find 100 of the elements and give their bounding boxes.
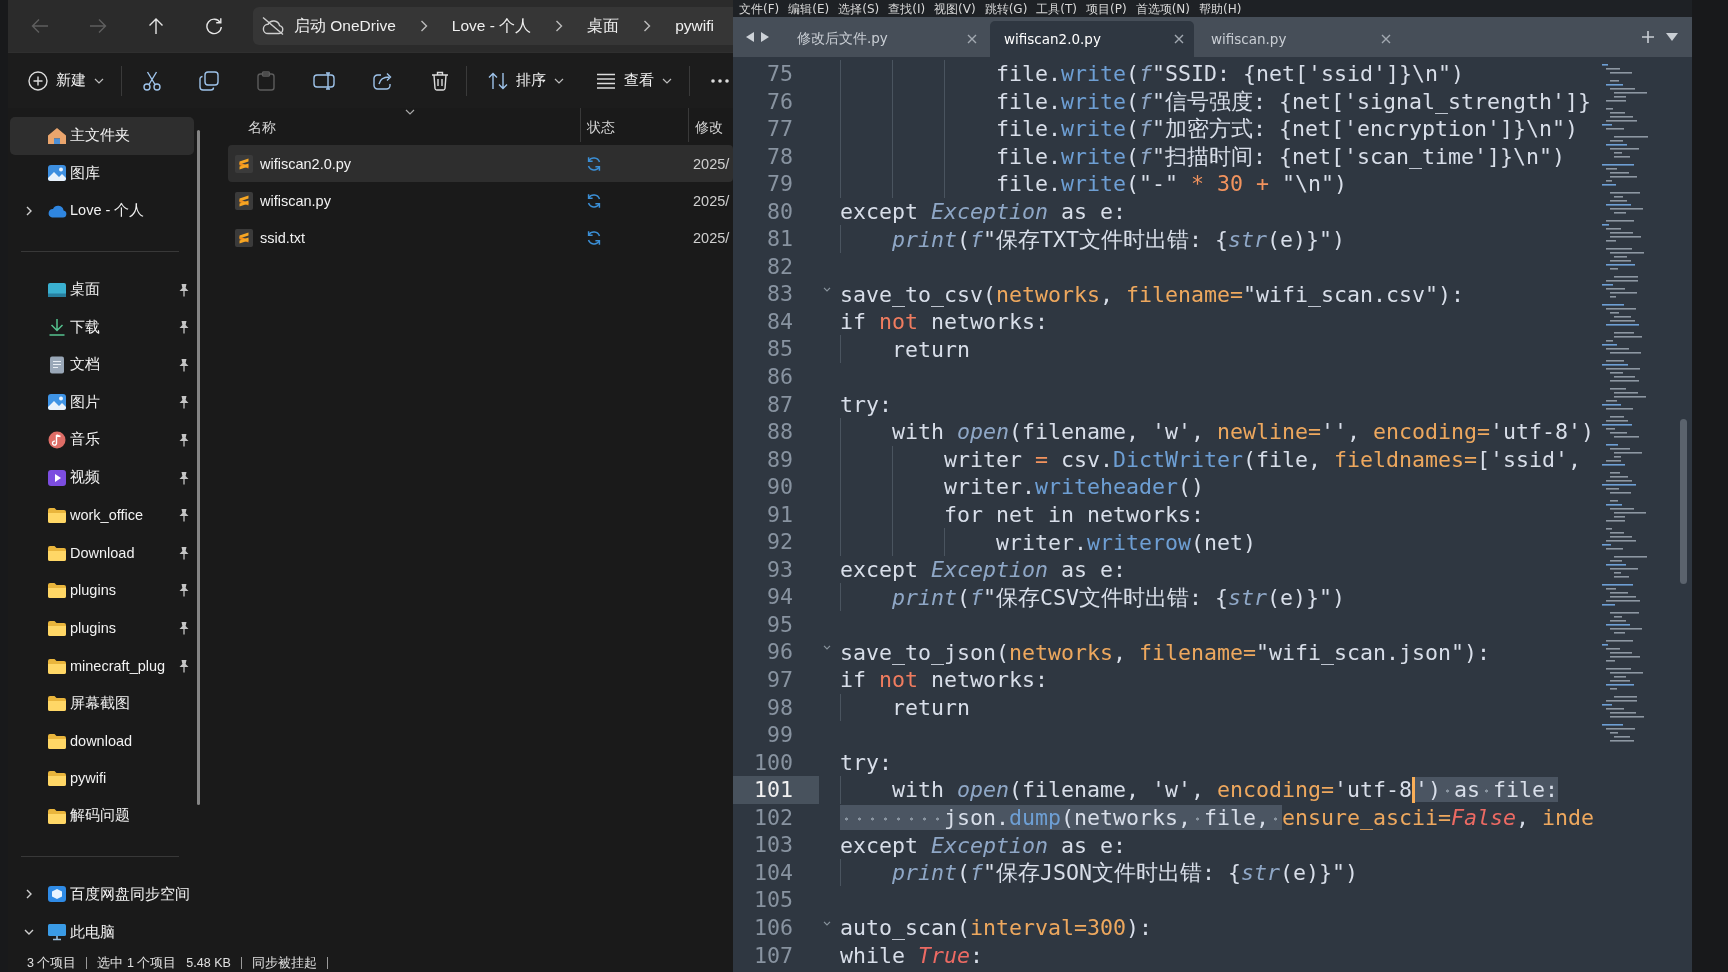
breadcrumb[interactable]: 启动 OneDrive xyxy=(294,15,396,37)
sidebar-item[interactable]: 此电脑 xyxy=(10,913,194,951)
breadcrumb[interactable]: Love - 个人 xyxy=(451,15,532,37)
scrollbar-thumb[interactable] xyxy=(197,130,200,805)
folder-icon xyxy=(47,618,67,637)
pin-icon[interactable] xyxy=(178,658,190,673)
sidebar-item[interactable]: 下载 xyxy=(10,308,194,346)
right-triangle-icon[interactable] xyxy=(761,32,769,42)
plus-icon[interactable] xyxy=(1642,31,1654,43)
sidebar-item[interactable]: 图库 xyxy=(10,154,194,193)
pin-icon[interactable] xyxy=(178,432,190,447)
file-icon xyxy=(235,228,253,247)
pin-icon[interactable] xyxy=(178,508,190,523)
address-bar[interactable]: 启动 OneDrive Love - 个人 桌面 pywifi xyxy=(253,7,733,45)
menu-item[interactable]: 工具(T) xyxy=(1036,0,1078,17)
sidebar-item[interactable]: download xyxy=(10,721,194,760)
column-header[interactable]: 状态 xyxy=(587,118,615,136)
sidebar-item[interactable]: plugins xyxy=(10,609,194,647)
sidebar-item[interactable]: 文档 xyxy=(10,345,194,384)
view-button[interactable]: 查看 xyxy=(596,65,672,96)
sidebar-item[interactable]: work_office xyxy=(10,496,194,534)
sidebar-item[interactable]: 桌面 xyxy=(10,270,194,309)
menu-item[interactable]: 查找(I) xyxy=(888,0,926,17)
left-triangle-icon[interactable] xyxy=(746,32,754,42)
chevron-right-icon[interactable] xyxy=(24,206,34,216)
chevron-right-icon[interactable] xyxy=(419,20,428,32)
line-number: 100 xyxy=(754,748,793,777)
breadcrumb[interactable]: 桌面 xyxy=(587,15,620,37)
sidebar-item[interactable]: pywifi xyxy=(10,759,194,798)
fold-marker-icon[interactable] xyxy=(823,287,831,293)
sidebar-item[interactable]: plugins xyxy=(10,571,194,610)
breadcrumb[interactable]: pywifi xyxy=(675,17,714,35)
pin-icon[interactable] xyxy=(178,357,190,372)
menu-item[interactable]: 选择(S) xyxy=(838,0,880,17)
sidebar-item[interactable]: 音乐 xyxy=(10,421,194,459)
file-row[interactable]: ssid.txt 2025/ xyxy=(228,219,733,256)
menu-item[interactable]: 首选项(N) xyxy=(1135,0,1190,17)
sidebar-item[interactable]: 主文件夹 xyxy=(10,117,194,155)
sync-icon xyxy=(586,229,602,246)
pin-icon[interactable] xyxy=(178,395,190,410)
caret-icon[interactable] xyxy=(405,109,415,115)
menu-item[interactable]: 编辑(E) xyxy=(788,0,830,17)
sidebar-item[interactable]: Love - 个人 xyxy=(10,192,194,230)
pin-icon[interactable] xyxy=(178,470,190,485)
tab[interactable]: 修改后文件.py xyxy=(783,21,987,57)
column-header[interactable]: 修改 xyxy=(695,118,723,136)
text-box-icon[interactable] xyxy=(313,71,335,90)
more-icon[interactable] xyxy=(711,78,729,83)
circular-arrow-icon[interactable] xyxy=(205,17,223,35)
up-arrow-icon[interactable] xyxy=(147,17,165,35)
code-line: return xyxy=(892,694,970,720)
chevron-right-icon[interactable] xyxy=(555,20,564,32)
menu-item[interactable]: 项目(P) xyxy=(1086,0,1127,17)
scrollbar-thumb[interactable] xyxy=(1680,419,1687,584)
new-button[interactable]: 新建 xyxy=(28,65,104,96)
sidebar-item[interactable]: Download xyxy=(10,533,194,572)
down-triangle-icon[interactable] xyxy=(1666,33,1678,41)
file-row[interactable]: wifiscan2.0.py 2025/ xyxy=(228,145,733,182)
pin-icon[interactable] xyxy=(178,620,190,635)
sidebar-item[interactable]: 视频 xyxy=(10,458,194,497)
pin-icon[interactable] xyxy=(178,320,190,335)
chevron-right-icon[interactable] xyxy=(24,889,34,900)
sidebar-item[interactable]: 屏幕截图 xyxy=(10,684,194,722)
pin-icon[interactable] xyxy=(178,545,190,560)
file-row[interactable]: wifiscan.py 2025/ xyxy=(228,182,733,219)
line-number: 87 xyxy=(767,390,793,419)
code-line: try: xyxy=(840,749,892,775)
fold-marker-icon[interactable] xyxy=(823,920,831,926)
tab[interactable]: wifiscan.py xyxy=(1197,21,1401,57)
pin-icon[interactable] xyxy=(178,583,190,598)
menu-item[interactable]: 文件(F) xyxy=(739,0,780,17)
code-line: file.write("-" * 30 + "\n") xyxy=(996,171,1348,197)
close-icon[interactable] xyxy=(1381,34,1391,44)
line-number: 78 xyxy=(767,142,793,171)
line-number: 101 xyxy=(733,776,819,804)
menu-item[interactable]: 跳转(G) xyxy=(984,0,1028,17)
line-number: 107 xyxy=(754,941,793,970)
pin-icon[interactable] xyxy=(178,282,190,297)
scissors-icon[interactable] xyxy=(143,70,161,91)
folder-icon xyxy=(47,806,67,825)
sidebar-item[interactable]: minecraft_plug xyxy=(10,646,194,685)
sidebar-item[interactable]: 解码问题 xyxy=(10,797,194,835)
column-header[interactable]: 名称 xyxy=(248,118,276,136)
code-line: ensure_ascii=False, inde xyxy=(1282,805,1595,831)
chevron-right-icon[interactable] xyxy=(643,20,652,32)
fold-marker-icon[interactable] xyxy=(823,645,831,651)
status-text: 同步被挂起 xyxy=(251,955,317,971)
close-icon[interactable] xyxy=(1174,34,1184,44)
copy-icon[interactable] xyxy=(199,70,219,91)
trash-icon[interactable] xyxy=(431,70,449,91)
sidebar-item[interactable]: 图片 xyxy=(10,383,194,422)
share-icon[interactable] xyxy=(373,71,393,90)
plus-circle-icon xyxy=(28,70,48,91)
menu-item[interactable]: 帮助(H) xyxy=(1199,0,1242,17)
close-icon[interactable] xyxy=(967,34,977,44)
sort-button[interactable]: 排序 xyxy=(488,65,564,96)
tab[interactable]: wifiscan2.0.py xyxy=(990,21,1194,57)
line-number: 79 xyxy=(767,170,793,198)
sidebar-item[interactable]: 百度网盘同步空间 xyxy=(10,875,194,914)
menu-item[interactable]: 视图(V) xyxy=(934,0,976,17)
